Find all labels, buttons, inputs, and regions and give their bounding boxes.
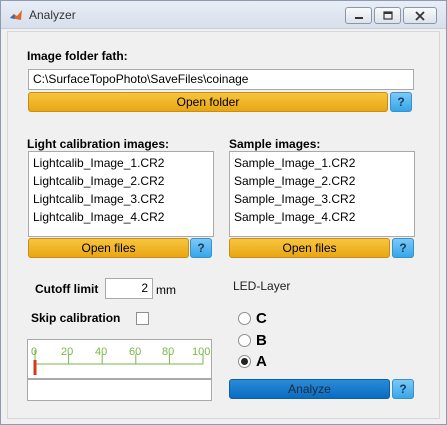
list-item[interactable]: Lightcalib_Image_4.CR2 xyxy=(29,208,213,226)
main-panel: Image folder fath: C:\SurfaceTopoPhoto\S… xyxy=(7,31,440,419)
light-calibration-help-button[interactable]: ? xyxy=(190,238,212,258)
skip-calibration-checkbox[interactable] xyxy=(136,312,149,325)
folder-path-input[interactable]: C:\SurfaceTopoPhoto\SaveFiles\coinage xyxy=(28,69,414,90)
radio-button-selected[interactable] xyxy=(238,355,251,368)
sample-images-label: Sample images: xyxy=(229,137,321,151)
list-item[interactable]: Sample_Image_4.CR2 xyxy=(230,208,414,226)
gauge-needle xyxy=(33,360,37,375)
light-calibration-label: Light calibration images: xyxy=(27,137,170,151)
light-calibration-list[interactable]: Lightcalib_Image_1.CR2 Lightcalib_Image_… xyxy=(28,151,214,237)
cutoff-limit-label: Cutoff limit xyxy=(35,282,99,296)
cutoff-limit-input[interactable]: 2 xyxy=(105,278,153,299)
radio-label: A xyxy=(256,353,267,370)
window-title: Analyzer xyxy=(29,8,76,22)
gauge-tick-label: 40 xyxy=(95,346,108,358)
list-item[interactable]: Sample_Image_3.CR2 xyxy=(230,190,414,208)
radio-label: B xyxy=(256,332,267,349)
list-item[interactable]: Lightcalib_Image_1.CR2 xyxy=(29,154,213,172)
list-item[interactable]: Lightcalib_Image_2.CR2 xyxy=(29,172,213,190)
radio-button[interactable] xyxy=(238,312,251,325)
list-item[interactable]: Lightcalib_Image_3.CR2 xyxy=(29,190,213,208)
led-radio-a[interactable]: A xyxy=(238,353,267,370)
list-item[interactable]: Sample_Image_2.CR2 xyxy=(230,172,414,190)
gauge-tick-label: 0 xyxy=(31,346,38,358)
led-layer-label: LED-Layer xyxy=(233,279,291,293)
analyzer-window: Analyzer Image folder fath: C:\SurfaceTo… xyxy=(0,0,447,425)
image-folder-label: Image folder fath: xyxy=(27,49,128,63)
status-field xyxy=(27,379,212,401)
open-light-calibration-files-button[interactable]: Open files xyxy=(28,238,189,258)
skip-calibration-label: Skip calibration xyxy=(31,311,121,325)
minimize-button[interactable] xyxy=(345,7,372,24)
progress-gauge: 0 20 40 60 80 100 xyxy=(27,339,212,379)
gauge-scale xyxy=(33,350,204,375)
title-bar[interactable]: Analyzer xyxy=(1,1,446,29)
restore-button[interactable] xyxy=(374,7,401,24)
open-sample-files-button[interactable]: Open files xyxy=(229,238,390,258)
led-radio-c[interactable]: C xyxy=(238,310,267,327)
close-icon xyxy=(415,10,425,21)
led-radio-b[interactable]: B xyxy=(238,332,267,349)
analyze-button[interactable]: Analyze xyxy=(229,379,390,399)
open-folder-button[interactable]: Open folder xyxy=(28,92,388,112)
gauge-tick-label: 60 xyxy=(129,346,142,358)
folder-help-button[interactable]: ? xyxy=(390,92,412,112)
gauge-tick-label: 80 xyxy=(162,346,175,358)
cutoff-unit-label: mm xyxy=(156,283,176,297)
sample-images-list[interactable]: Sample_Image_1.CR2 Sample_Image_2.CR2 Sa… xyxy=(229,151,415,237)
close-button[interactable] xyxy=(403,7,437,24)
radio-button[interactable] xyxy=(238,334,251,347)
list-item[interactable]: Sample_Image_1.CR2 xyxy=(230,154,414,172)
gauge-tick-label: 100 xyxy=(192,346,211,358)
analyze-help-button[interactable]: ? xyxy=(392,379,414,399)
minimize-icon xyxy=(354,16,363,19)
radio-label: C xyxy=(256,310,267,327)
matlab-app-icon xyxy=(10,10,22,20)
restore-icon xyxy=(382,11,393,20)
gauge-tick-label: 20 xyxy=(61,346,74,358)
sample-help-button[interactable]: ? xyxy=(392,238,414,258)
